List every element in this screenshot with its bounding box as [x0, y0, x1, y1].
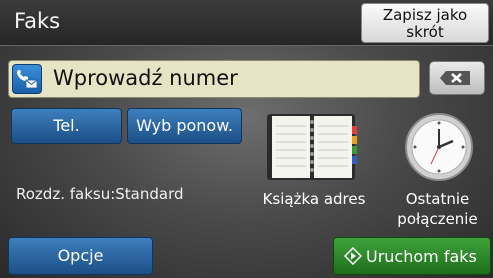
start-fax-label: Uruchom faks [366, 247, 477, 266]
address-book-label: Książka adres [262, 190, 366, 208]
backspace-button[interactable] [429, 61, 485, 95]
fax-phone-icon [12, 64, 42, 94]
tel-button[interactable]: Tel. [11, 108, 122, 144]
recent-calls-label: Ostatnie połączenie [397, 190, 478, 228]
fax-resolution-status: Rozdz. faksu:Standard [16, 185, 184, 203]
start-icon [343, 246, 363, 269]
fax-number-field[interactable]: Wprowadź numer [8, 60, 420, 98]
backspace-icon [440, 71, 470, 85]
clock-icon [405, 113, 473, 181]
start-fax-button[interactable]: Uruchom faks [333, 237, 491, 275]
page-title: Faks [14, 9, 61, 33]
fax-number-placeholder: Wprowadź numer [53, 66, 238, 90]
header-bar: Faks Zapisz jako skrót [0, 0, 493, 46]
options-button[interactable]: Opcje [8, 237, 153, 275]
save-as-shortcut-button[interactable]: Zapisz jako skrót [361, 3, 489, 43]
redial-button[interactable]: Wyb ponow. [127, 108, 242, 144]
fax-screen: Faks Zapisz jako skrót Wprowadź numer Te… [0, 0, 493, 278]
address-book-icon [267, 114, 357, 180]
